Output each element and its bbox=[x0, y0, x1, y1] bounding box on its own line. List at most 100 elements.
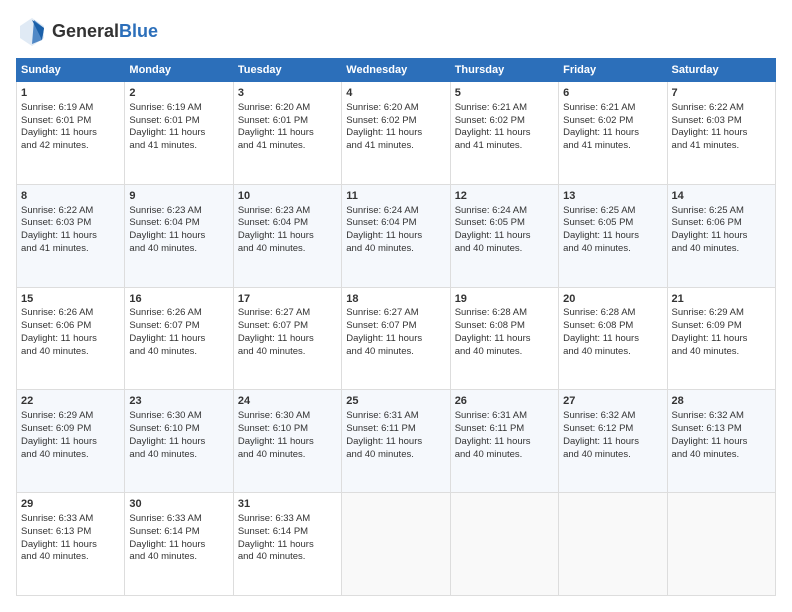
calendar-cell: 17Sunrise: 6:27 AMSunset: 6:07 PMDayligh… bbox=[233, 287, 341, 390]
day-info: Sunrise: 6:25 AM bbox=[563, 205, 662, 218]
day-info: Sunset: 6:07 PM bbox=[129, 320, 228, 333]
day-info: Sunset: 6:12 PM bbox=[563, 423, 662, 436]
day-number: 28 bbox=[672, 394, 771, 409]
day-info: Sunset: 6:11 PM bbox=[346, 423, 445, 436]
day-info: Sunset: 6:04 PM bbox=[129, 217, 228, 230]
day-info: Sunset: 6:14 PM bbox=[129, 526, 228, 539]
day-info: Daylight: 11 hours bbox=[129, 127, 228, 140]
day-info: Sunrise: 6:27 AM bbox=[346, 307, 445, 320]
day-info: Sunset: 6:08 PM bbox=[563, 320, 662, 333]
day-info: and 40 minutes. bbox=[238, 243, 337, 256]
day-number: 31 bbox=[238, 497, 337, 512]
week-row-3: 15Sunrise: 6:26 AMSunset: 6:06 PMDayligh… bbox=[17, 287, 776, 390]
header: GeneralBlue bbox=[16, 16, 776, 48]
day-info: Sunrise: 6:24 AM bbox=[455, 205, 554, 218]
logo-icon bbox=[16, 16, 48, 48]
logo-text: GeneralBlue bbox=[52, 22, 158, 42]
day-info: Daylight: 11 hours bbox=[129, 436, 228, 449]
day-number: 10 bbox=[238, 189, 337, 204]
day-info: Sunset: 6:04 PM bbox=[346, 217, 445, 230]
day-of-week-wednesday: Wednesday bbox=[342, 59, 450, 82]
day-info: Sunrise: 6:27 AM bbox=[238, 307, 337, 320]
day-number: 17 bbox=[238, 292, 337, 307]
day-info: and 40 minutes. bbox=[672, 449, 771, 462]
day-info: and 40 minutes. bbox=[563, 346, 662, 359]
day-info: Daylight: 11 hours bbox=[238, 230, 337, 243]
day-info: Daylight: 11 hours bbox=[21, 539, 120, 552]
day-info: Daylight: 11 hours bbox=[346, 230, 445, 243]
day-info: and 41 minutes. bbox=[455, 140, 554, 153]
day-info: and 40 minutes. bbox=[455, 346, 554, 359]
calendar-cell: 15Sunrise: 6:26 AMSunset: 6:06 PMDayligh… bbox=[17, 287, 125, 390]
day-info: Sunset: 6:08 PM bbox=[455, 320, 554, 333]
day-info: Daylight: 11 hours bbox=[21, 333, 120, 346]
day-info: Sunrise: 6:26 AM bbox=[21, 307, 120, 320]
day-info: Sunrise: 6:19 AM bbox=[129, 102, 228, 115]
calendar-cell: 21Sunrise: 6:29 AMSunset: 6:09 PMDayligh… bbox=[667, 287, 775, 390]
day-info: Daylight: 11 hours bbox=[21, 230, 120, 243]
calendar-cell bbox=[342, 493, 450, 596]
calendar-cell: 5Sunrise: 6:21 AMSunset: 6:02 PMDaylight… bbox=[450, 82, 558, 185]
day-number: 26 bbox=[455, 394, 554, 409]
day-info: Daylight: 11 hours bbox=[346, 127, 445, 140]
day-info: and 41 minutes. bbox=[563, 140, 662, 153]
day-info: Daylight: 11 hours bbox=[346, 436, 445, 449]
calendar-cell: 26Sunrise: 6:31 AMSunset: 6:11 PMDayligh… bbox=[450, 390, 558, 493]
day-info: Sunset: 6:10 PM bbox=[129, 423, 228, 436]
day-info: and 40 minutes. bbox=[455, 243, 554, 256]
day-info: Daylight: 11 hours bbox=[21, 127, 120, 140]
day-info: Sunset: 6:13 PM bbox=[21, 526, 120, 539]
day-number: 18 bbox=[346, 292, 445, 307]
day-info: Daylight: 11 hours bbox=[455, 127, 554, 140]
day-info: Sunrise: 6:29 AM bbox=[672, 307, 771, 320]
day-info: Sunrise: 6:30 AM bbox=[129, 410, 228, 423]
day-info: Daylight: 11 hours bbox=[238, 436, 337, 449]
day-info: Sunrise: 6:23 AM bbox=[238, 205, 337, 218]
calendar-cell: 31Sunrise: 6:33 AMSunset: 6:14 PMDayligh… bbox=[233, 493, 341, 596]
day-of-week-friday: Friday bbox=[559, 59, 667, 82]
day-info: Sunset: 6:02 PM bbox=[563, 115, 662, 128]
day-info: Daylight: 11 hours bbox=[563, 436, 662, 449]
day-number: 20 bbox=[563, 292, 662, 307]
day-info: Sunset: 6:01 PM bbox=[129, 115, 228, 128]
day-info: and 40 minutes. bbox=[21, 449, 120, 462]
day-info: Sunrise: 6:25 AM bbox=[672, 205, 771, 218]
day-info: Sunset: 6:03 PM bbox=[672, 115, 771, 128]
day-number: 25 bbox=[346, 394, 445, 409]
day-number: 19 bbox=[455, 292, 554, 307]
day-number: 30 bbox=[129, 497, 228, 512]
calendar-cell bbox=[667, 493, 775, 596]
day-info: Sunrise: 6:20 AM bbox=[238, 102, 337, 115]
day-info: Sunset: 6:09 PM bbox=[21, 423, 120, 436]
day-of-week-tuesday: Tuesday bbox=[233, 59, 341, 82]
calendar-cell: 28Sunrise: 6:32 AMSunset: 6:13 PMDayligh… bbox=[667, 390, 775, 493]
day-info: Sunrise: 6:29 AM bbox=[21, 410, 120, 423]
day-info: and 41 minutes. bbox=[21, 243, 120, 256]
day-info: Sunrise: 6:33 AM bbox=[238, 513, 337, 526]
day-info: and 42 minutes. bbox=[21, 140, 120, 153]
calendar-cell: 3Sunrise: 6:20 AMSunset: 6:01 PMDaylight… bbox=[233, 82, 341, 185]
day-number: 5 bbox=[455, 86, 554, 101]
day-info: Daylight: 11 hours bbox=[672, 230, 771, 243]
day-info: and 40 minutes. bbox=[238, 346, 337, 359]
calendar-cell: 22Sunrise: 6:29 AMSunset: 6:09 PMDayligh… bbox=[17, 390, 125, 493]
calendar-cell: 1Sunrise: 6:19 AMSunset: 6:01 PMDaylight… bbox=[17, 82, 125, 185]
day-info: Sunset: 6:03 PM bbox=[21, 217, 120, 230]
day-of-week-saturday: Saturday bbox=[667, 59, 775, 82]
calendar-cell: 23Sunrise: 6:30 AMSunset: 6:10 PMDayligh… bbox=[125, 390, 233, 493]
day-info: Sunrise: 6:21 AM bbox=[563, 102, 662, 115]
day-info: Daylight: 11 hours bbox=[672, 436, 771, 449]
logo-general: General bbox=[52, 21, 119, 41]
calendar-cell: 16Sunrise: 6:26 AMSunset: 6:07 PMDayligh… bbox=[125, 287, 233, 390]
day-info: Daylight: 11 hours bbox=[129, 333, 228, 346]
day-info: and 41 minutes. bbox=[672, 140, 771, 153]
calendar-cell: 29Sunrise: 6:33 AMSunset: 6:13 PMDayligh… bbox=[17, 493, 125, 596]
day-info: Daylight: 11 hours bbox=[238, 333, 337, 346]
week-row-5: 29Sunrise: 6:33 AMSunset: 6:13 PMDayligh… bbox=[17, 493, 776, 596]
day-info: Sunset: 6:06 PM bbox=[21, 320, 120, 333]
day-info: Sunrise: 6:22 AM bbox=[21, 205, 120, 218]
day-info: and 40 minutes. bbox=[21, 551, 120, 564]
day-number: 15 bbox=[21, 292, 120, 307]
day-info: and 40 minutes. bbox=[346, 449, 445, 462]
day-info: Sunset: 6:05 PM bbox=[563, 217, 662, 230]
